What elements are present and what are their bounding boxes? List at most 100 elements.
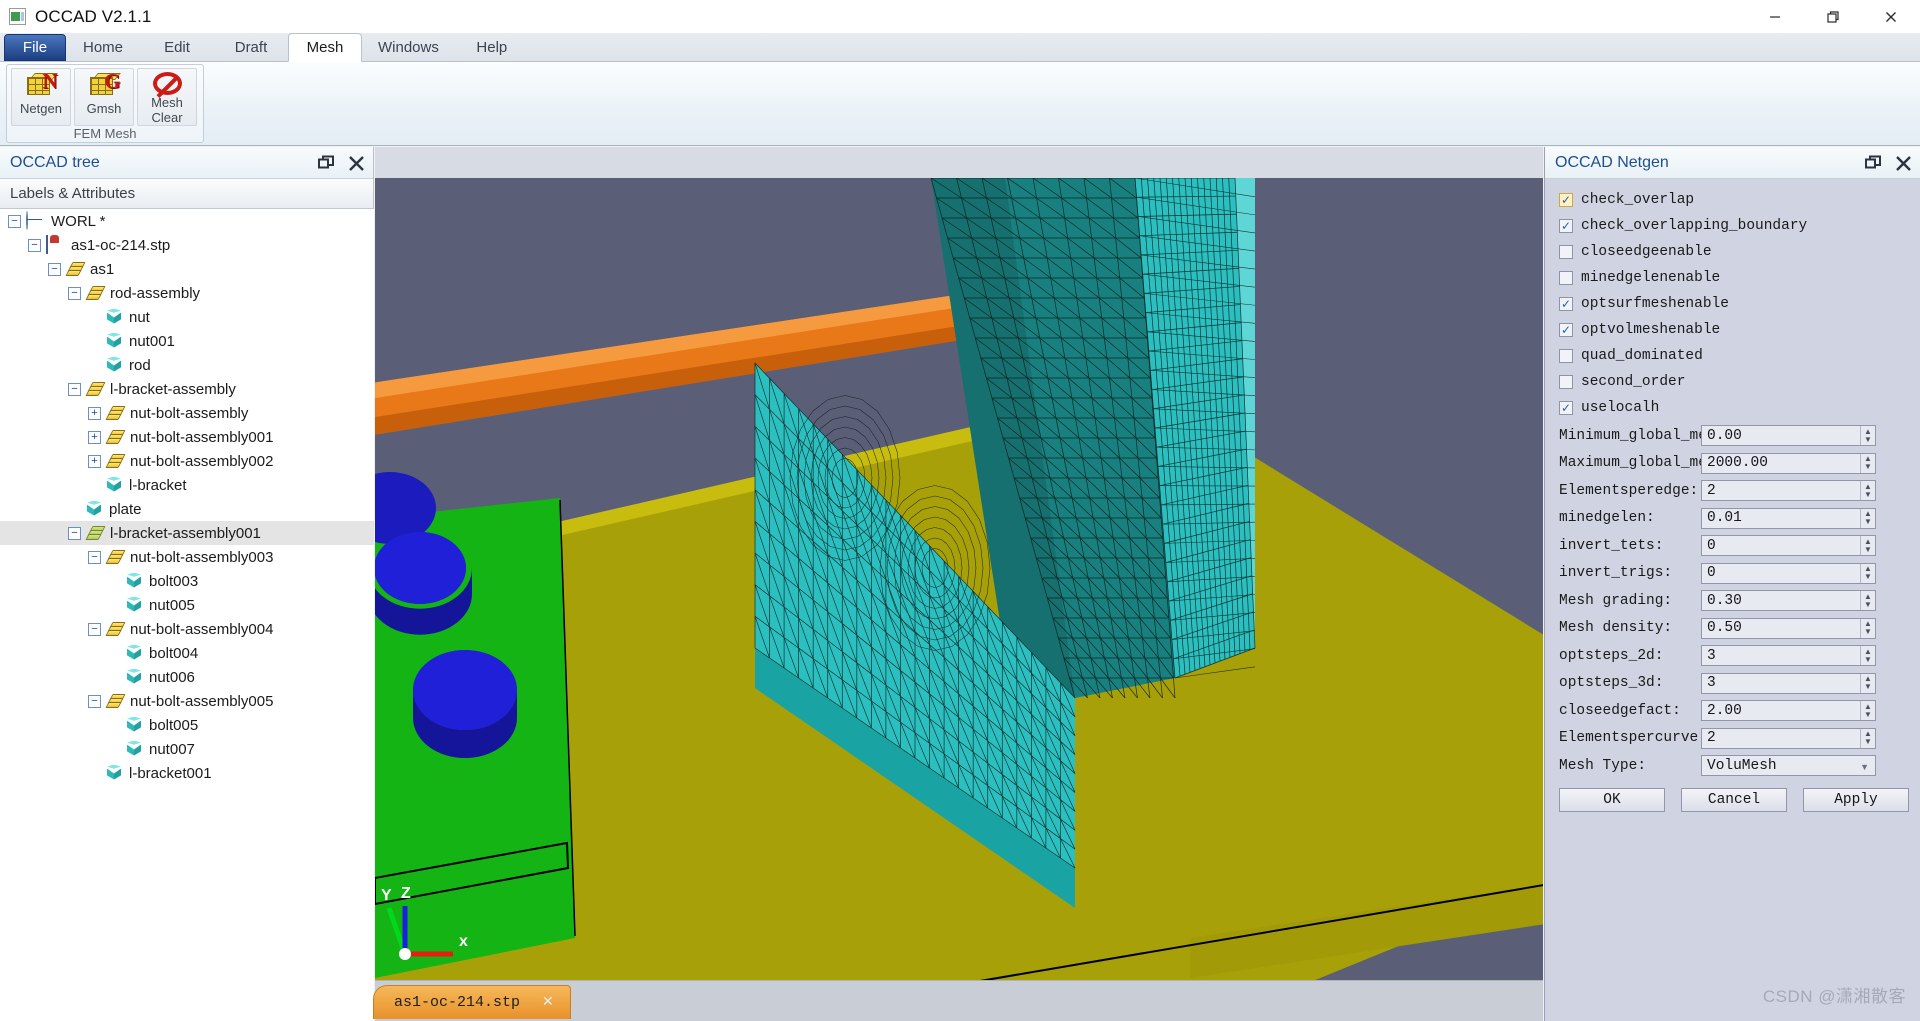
ribbon-tab-file[interactable]: File bbox=[4, 34, 66, 61]
document-tab-as1[interactable]: as1-oc-214.stp ✕ bbox=[373, 985, 571, 1019]
tree-collapse-toggle[interactable]: − bbox=[88, 694, 101, 708]
spinner-down-icon[interactable]: ▼ bbox=[1864, 683, 1872, 691]
checkbox-indicator[interactable]: ✓ bbox=[1559, 297, 1573, 311]
spinner-down-icon[interactable]: ▼ bbox=[1864, 490, 1872, 499]
tree-view[interactable]: − WORL * − as1-oc-214.stp − as1− rod-assembly n… bbox=[0, 209, 374, 1021]
tree-item-nut001[interactable]: nut001 bbox=[0, 329, 374, 353]
netgen-button[interactable]: N Netgen bbox=[11, 68, 71, 126]
tree-item-bolt003[interactable]: bolt003 bbox=[0, 569, 374, 593]
undock-icon[interactable] bbox=[1864, 154, 1882, 172]
spinner-arrows[interactable]: ▲ ▼ bbox=[1860, 453, 1875, 473]
mesh-type-select[interactable]: VoluMesh ▼ bbox=[1701, 755, 1876, 777]
minimize-button[interactable] bbox=[1746, 0, 1804, 33]
spinner-down-icon[interactable]: ▼ bbox=[1864, 463, 1872, 471]
spinner-arrows[interactable]: ▲ ▼ bbox=[1860, 426, 1875, 446]
mesh-density-input[interactable]: 0.50 ▲ ▼ bbox=[1701, 617, 1876, 639]
spinner-down-icon[interactable]: ▼ bbox=[1864, 655, 1872, 664]
maximize-restore-button[interactable] bbox=[1804, 0, 1862, 33]
netgen-checkbox-closeedgeenable[interactable]: closeedgeenable bbox=[1553, 239, 1913, 265]
optsteps-3d-input[interactable]: 3 ▲ ▼ bbox=[1701, 672, 1876, 694]
tree-item-nut-bolt-assembly005[interactable]: − nut-bolt-assembly005 bbox=[0, 689, 374, 713]
document-tab-close-icon[interactable]: ✕ bbox=[542, 994, 554, 1011]
closeedgefact-input[interactable]: 2.00 ▲ ▼ bbox=[1701, 700, 1876, 722]
tree-item-nut-bolt-assembly[interactable]: + nut-bolt-assembly bbox=[0, 401, 374, 425]
spinner-arrows[interactable]: ▲ ▼ bbox=[1860, 481, 1875, 501]
tree-item-nut005[interactable]: nut005 bbox=[0, 593, 374, 617]
tree-item-rod-assembly[interactable]: − rod-assembly bbox=[0, 281, 374, 305]
spinner-arrows[interactable]: ▲ ▼ bbox=[1860, 673, 1875, 693]
checkbox-indicator[interactable] bbox=[1559, 349, 1573, 363]
checkbox-indicator[interactable]: ✓ bbox=[1559, 219, 1573, 233]
tree-item-nut007[interactable]: nut007 bbox=[0, 737, 374, 761]
tree-item-nut-bolt-assembly002[interactable]: + nut-bolt-assembly002 bbox=[0, 449, 374, 473]
checkbox-indicator[interactable] bbox=[1559, 271, 1573, 285]
elementspercurve-input[interactable]: 2 ▲ ▼ bbox=[1701, 727, 1876, 749]
netgen-checkbox-quad-dominated[interactable]: quad_dominated bbox=[1553, 343, 1913, 369]
checkbox-indicator[interactable] bbox=[1559, 245, 1573, 259]
spinner-down-icon[interactable]: ▼ bbox=[1864, 600, 1872, 609]
tree-item-as1[interactable]: − as1 bbox=[0, 257, 374, 281]
spinner-down-icon[interactable]: ▼ bbox=[1864, 435, 1872, 444]
3d-viewport[interactable]: x Y Z bbox=[375, 178, 1543, 1021]
invert-trigs-input[interactable]: 0 ▲ ▼ bbox=[1701, 562, 1876, 584]
spinner-arrows[interactable]: ▲ ▼ bbox=[1860, 646, 1875, 666]
spinner-down-icon[interactable]: ▼ bbox=[1864, 628, 1872, 636]
cancel-button[interactable]: Cancel bbox=[1681, 787, 1787, 812]
tree-item-l-bracket-assembly[interactable]: − l-bracket-assembly bbox=[0, 377, 374, 401]
spinner-arrows[interactable]: ▲ ▼ bbox=[1860, 728, 1875, 748]
tree-collapse-toggle[interactable]: − bbox=[88, 622, 101, 636]
checkbox-indicator[interactable]: ✓ bbox=[1559, 193, 1573, 207]
undock-icon[interactable] bbox=[317, 154, 335, 172]
spinner-down-icon[interactable]: ▼ bbox=[1864, 518, 1872, 526]
mesh-clear-button[interactable]: Mesh Clear bbox=[137, 68, 197, 126]
tree-item-rod[interactable]: rod bbox=[0, 353, 374, 377]
close-icon[interactable] bbox=[347, 154, 365, 172]
gmsh-button[interactable]: G Gmsh bbox=[74, 68, 134, 126]
elementsperedge-input[interactable]: 2 ▲ ▼ bbox=[1701, 480, 1876, 502]
ribbon-tab-draft[interactable]: Draft bbox=[214, 33, 288, 61]
ribbon-tab-mesh[interactable]: Mesh bbox=[288, 33, 362, 62]
apply-button[interactable]: Apply bbox=[1803, 787, 1909, 812]
spinner-arrows[interactable]: ▲ ▼ bbox=[1860, 508, 1875, 528]
tree-expand-toggle[interactable]: + bbox=[88, 430, 101, 444]
tree-item-nut-bolt-assembly004[interactable]: − nut-bolt-assembly004 bbox=[0, 617, 374, 641]
netgen-checkbox-optsurfmeshenable[interactable]: ✓ optsurfmeshenable bbox=[1553, 291, 1913, 317]
tree-item-nut-bolt-assembly001[interactable]: + nut-bolt-assembly001 bbox=[0, 425, 374, 449]
tree-expand-toggle[interactable]: + bbox=[88, 406, 101, 420]
netgen-checkbox-check-overlap[interactable]: ✓ check_overlap bbox=[1553, 187, 1913, 213]
tree-expand-toggle[interactable]: + bbox=[88, 454, 101, 468]
tree-item-worl[interactable]: − WORL * bbox=[0, 209, 374, 233]
tree-item-plate[interactable]: plate bbox=[0, 497, 374, 521]
close-button[interactable] bbox=[1862, 0, 1920, 33]
netgen-checkbox-check-overlapping-boundary[interactable]: ✓ check_overlapping_boundary bbox=[1553, 213, 1913, 239]
netgen-checkbox-minedgelenenable[interactable]: minedgelenenable bbox=[1553, 265, 1913, 291]
tree-item-l-bracket-assembly001[interactable]: − l-bracket-assembly001 bbox=[0, 521, 374, 545]
tree-collapse-toggle[interactable]: − bbox=[8, 214, 21, 228]
tree-collapse-toggle[interactable]: − bbox=[68, 286, 81, 300]
spinner-arrows[interactable]: ▲ ▼ bbox=[1860, 701, 1875, 721]
spinner-arrows[interactable]: ▲ ▼ bbox=[1860, 563, 1875, 583]
ribbon-tab-home[interactable]: Home bbox=[66, 33, 140, 61]
netgen-checkbox-second-order[interactable]: second_order bbox=[1553, 369, 1913, 395]
chevron-down-icon[interactable]: ▼ bbox=[1860, 762, 1869, 772]
tree-collapse-toggle[interactable]: − bbox=[68, 526, 81, 540]
tree-item-l-bracket[interactable]: l-bracket bbox=[0, 473, 374, 497]
tree-item-nut[interactable]: nut bbox=[0, 305, 374, 329]
minimum-global-mesh-input[interactable]: 0.00 ▲ ▼ bbox=[1701, 425, 1876, 447]
invert-tets-input[interactable]: 0 ▲ ▼ bbox=[1701, 535, 1876, 557]
netgen-checkbox-optvolmeshenable[interactable]: ✓ optvolmeshenable bbox=[1553, 317, 1913, 343]
maximum-global-mesh-input[interactable]: 2000.00 ▲ ▼ bbox=[1701, 452, 1876, 474]
tree-collapse-toggle[interactable]: − bbox=[28, 238, 41, 252]
spinner-arrows[interactable]: ▲ ▼ bbox=[1860, 536, 1875, 556]
optsteps-2d-input[interactable]: 3 ▲ ▼ bbox=[1701, 645, 1876, 667]
netgen-checkbox-uselocalh[interactable]: ✓ uselocalh bbox=[1553, 395, 1913, 421]
spinner-arrows[interactable]: ▲ ▼ bbox=[1860, 591, 1875, 611]
tree-item-l-bracket001[interactable]: l-bracket001 bbox=[0, 761, 374, 785]
tree-collapse-toggle[interactable]: − bbox=[88, 550, 101, 564]
tree-collapse-toggle[interactable]: − bbox=[68, 382, 81, 396]
checkbox-indicator[interactable] bbox=[1559, 375, 1573, 389]
tree-item-nut006[interactable]: nut006 bbox=[0, 665, 374, 689]
tree-item-as1-oc-214-stp[interactable]: − as1-oc-214.stp bbox=[0, 233, 374, 257]
ribbon-tab-edit[interactable]: Edit bbox=[140, 33, 214, 61]
spinner-down-icon[interactable]: ▼ bbox=[1864, 545, 1872, 554]
